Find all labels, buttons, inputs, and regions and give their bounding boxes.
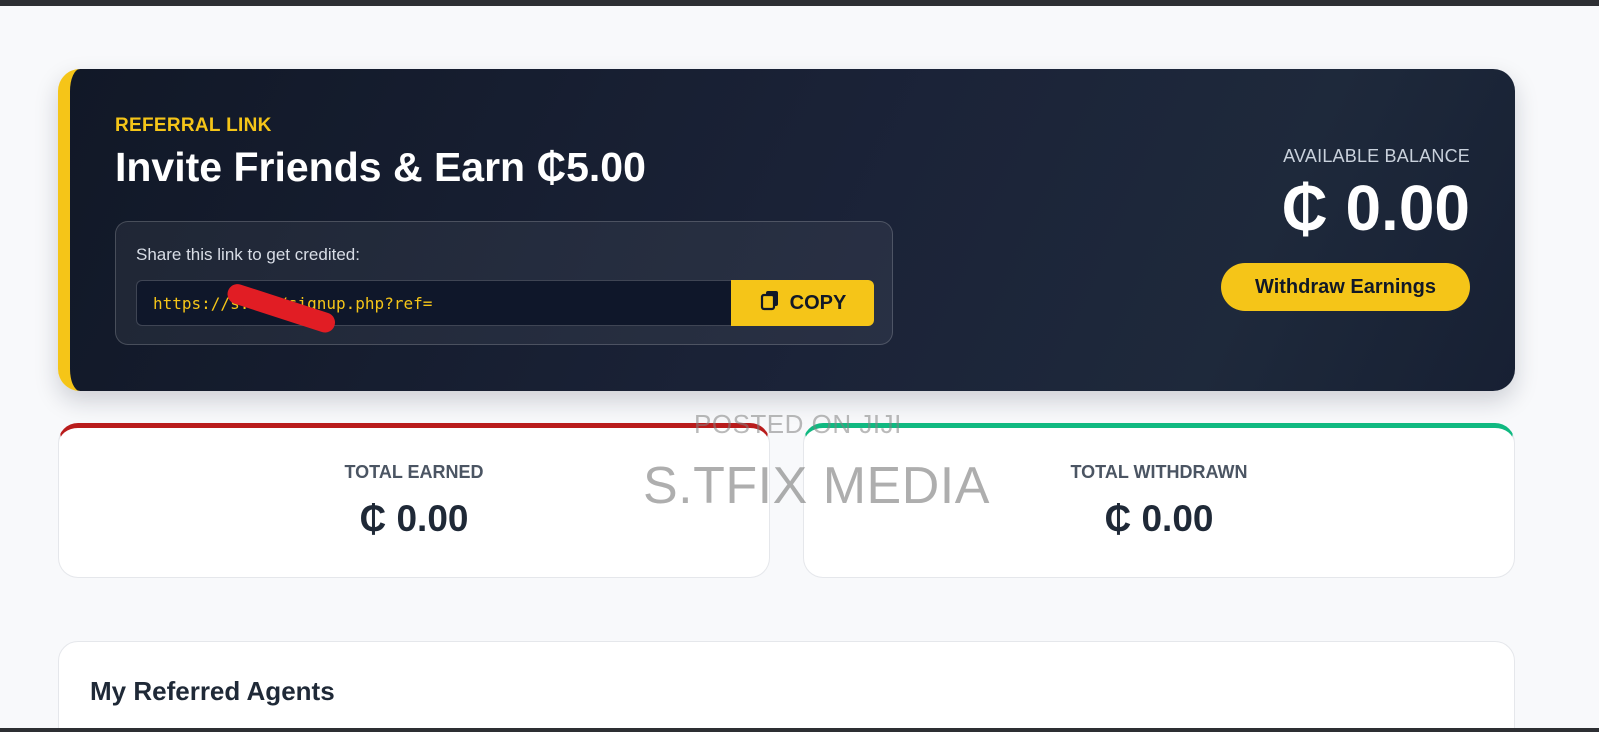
available-balance-value: ₵ 0.00 [1281, 172, 1470, 244]
referral-link-input[interactable] [136, 280, 731, 326]
copy-button[interactable]: COPY [731, 280, 874, 326]
withdraw-earnings-button[interactable]: Withdraw Earnings [1221, 263, 1470, 311]
copy-button-label: COPY [789, 291, 847, 314]
window-bottom-border [0, 728, 1599, 732]
referred-agents-title: My Referred Agents [90, 676, 335, 706]
hero-kicker: REFERRAL LINK [115, 115, 272, 136]
watermark-posted-on: POSTED ON JIJI [694, 409, 902, 439]
share-label: Share this link to get credited: [136, 245, 360, 264]
watermark-brand: S.TFIX MEDIA [643, 457, 990, 515]
referred-agents-section: My Referred Agents [58, 641, 1515, 732]
share-link-box: Share this link to get credited: COPY [115, 221, 893, 345]
copy-icon [759, 289, 781, 317]
referral-dashboard: REFERRAL LINK Invite Friends & Earn ₵5.0… [0, 0, 1599, 732]
hero-title: Invite Friends & Earn ₵5.00 [115, 144, 646, 190]
window-top-border [0, 0, 1599, 6]
referral-hero-card: REFERRAL LINK Invite Friends & Earn ₵5.0… [58, 69, 1515, 391]
available-balance-label: AVAILABLE BALANCE [1283, 146, 1470, 166]
